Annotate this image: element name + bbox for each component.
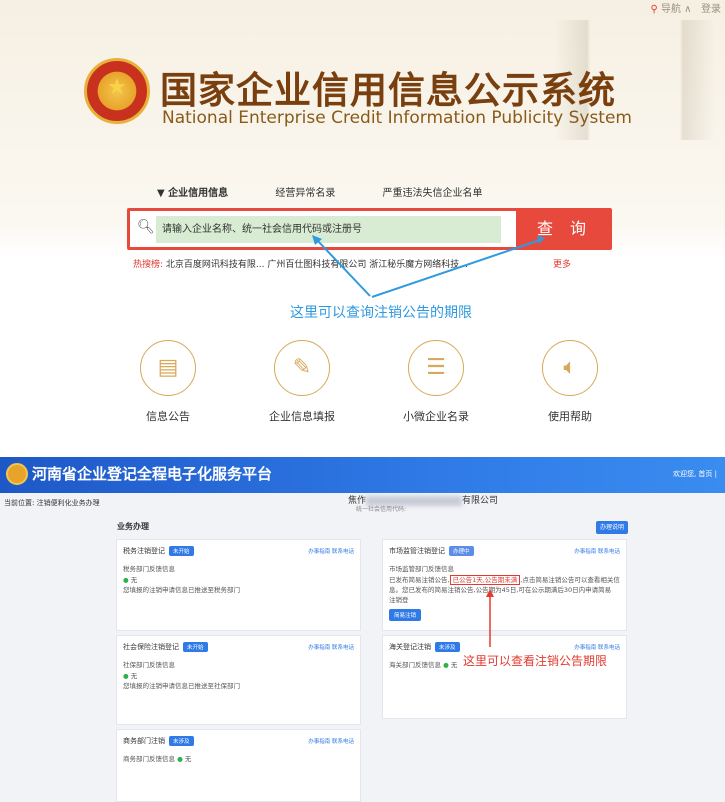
feature-label: 信息公告 bbox=[146, 410, 190, 423]
speaker-icon: 🔈︎ bbox=[542, 340, 598, 396]
feature-label: 小微企业名录 bbox=[403, 410, 469, 423]
annotation-view-deadline: 这里可以查看注销公告期限 bbox=[463, 654, 608, 668]
pen-icon: ✎ bbox=[274, 340, 330, 396]
divider bbox=[0, 445, 725, 457]
document-icon: ▤ bbox=[140, 340, 196, 396]
top-screenshot: ⚲ 导航 ∧ 登录 ★ 国家企业信用信息公示系统 National Enterp… bbox=[0, 0, 725, 445]
list-icon: ☰ bbox=[408, 340, 464, 396]
annotation-arrow-red bbox=[486, 589, 494, 647]
annotation-query-deadline: 这里可以查询注销公告的期限 bbox=[290, 305, 472, 321]
feature-label: 使用帮助 bbox=[548, 410, 592, 423]
feature-help[interactable]: 🔈︎ 使用帮助 bbox=[515, 340, 625, 424]
feature-small-enterprise[interactable]: ☰ 小微企业名录 bbox=[381, 340, 491, 424]
bottom-screenshot: 河南省企业登记全程电子化服务平台 欢迎您, 首页 | 当前位置: 注销便利化业务… bbox=[0, 457, 725, 802]
feature-label: 企业信息填报 bbox=[269, 410, 335, 423]
feature-info-report[interactable]: ✎ 企业信息填报 bbox=[247, 340, 357, 424]
feature-announcement[interactable]: ▤ 信息公告 bbox=[113, 340, 223, 424]
